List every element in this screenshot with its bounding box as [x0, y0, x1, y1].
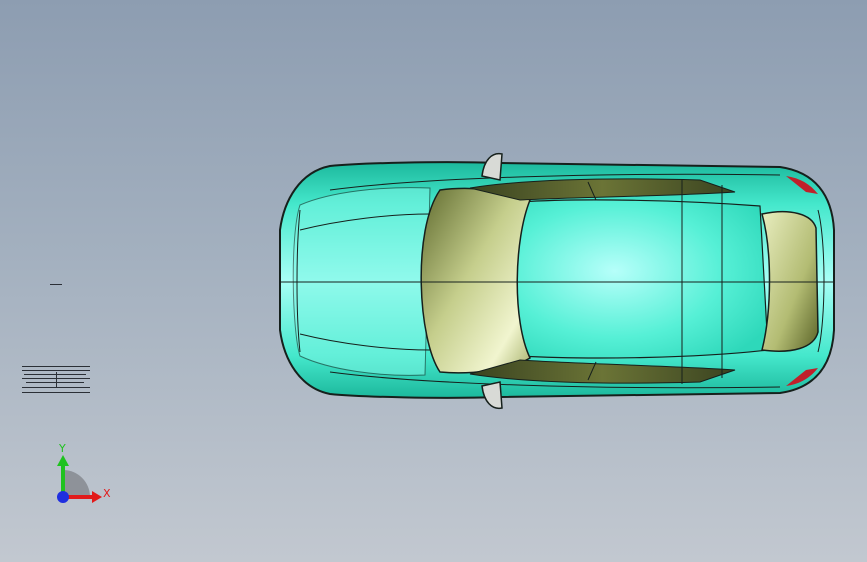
- mirror-top[interactable]: [481, 152, 503, 181]
- axis-x-label: X: [103, 487, 111, 500]
- mirror-bottom[interactable]: [481, 381, 503, 410]
- roof-panel: [511, 199, 769, 359]
- rear-window: [761, 210, 819, 352]
- axis-y-label: Y: [59, 442, 66, 455]
- axis-triad: [57, 455, 102, 503]
- windshield: [420, 187, 531, 374]
- car-model[interactable]: [0, 0, 867, 562]
- hood-panel: [292, 187, 431, 376]
- graphics-viewport[interactable]: Y X: [0, 0, 867, 562]
